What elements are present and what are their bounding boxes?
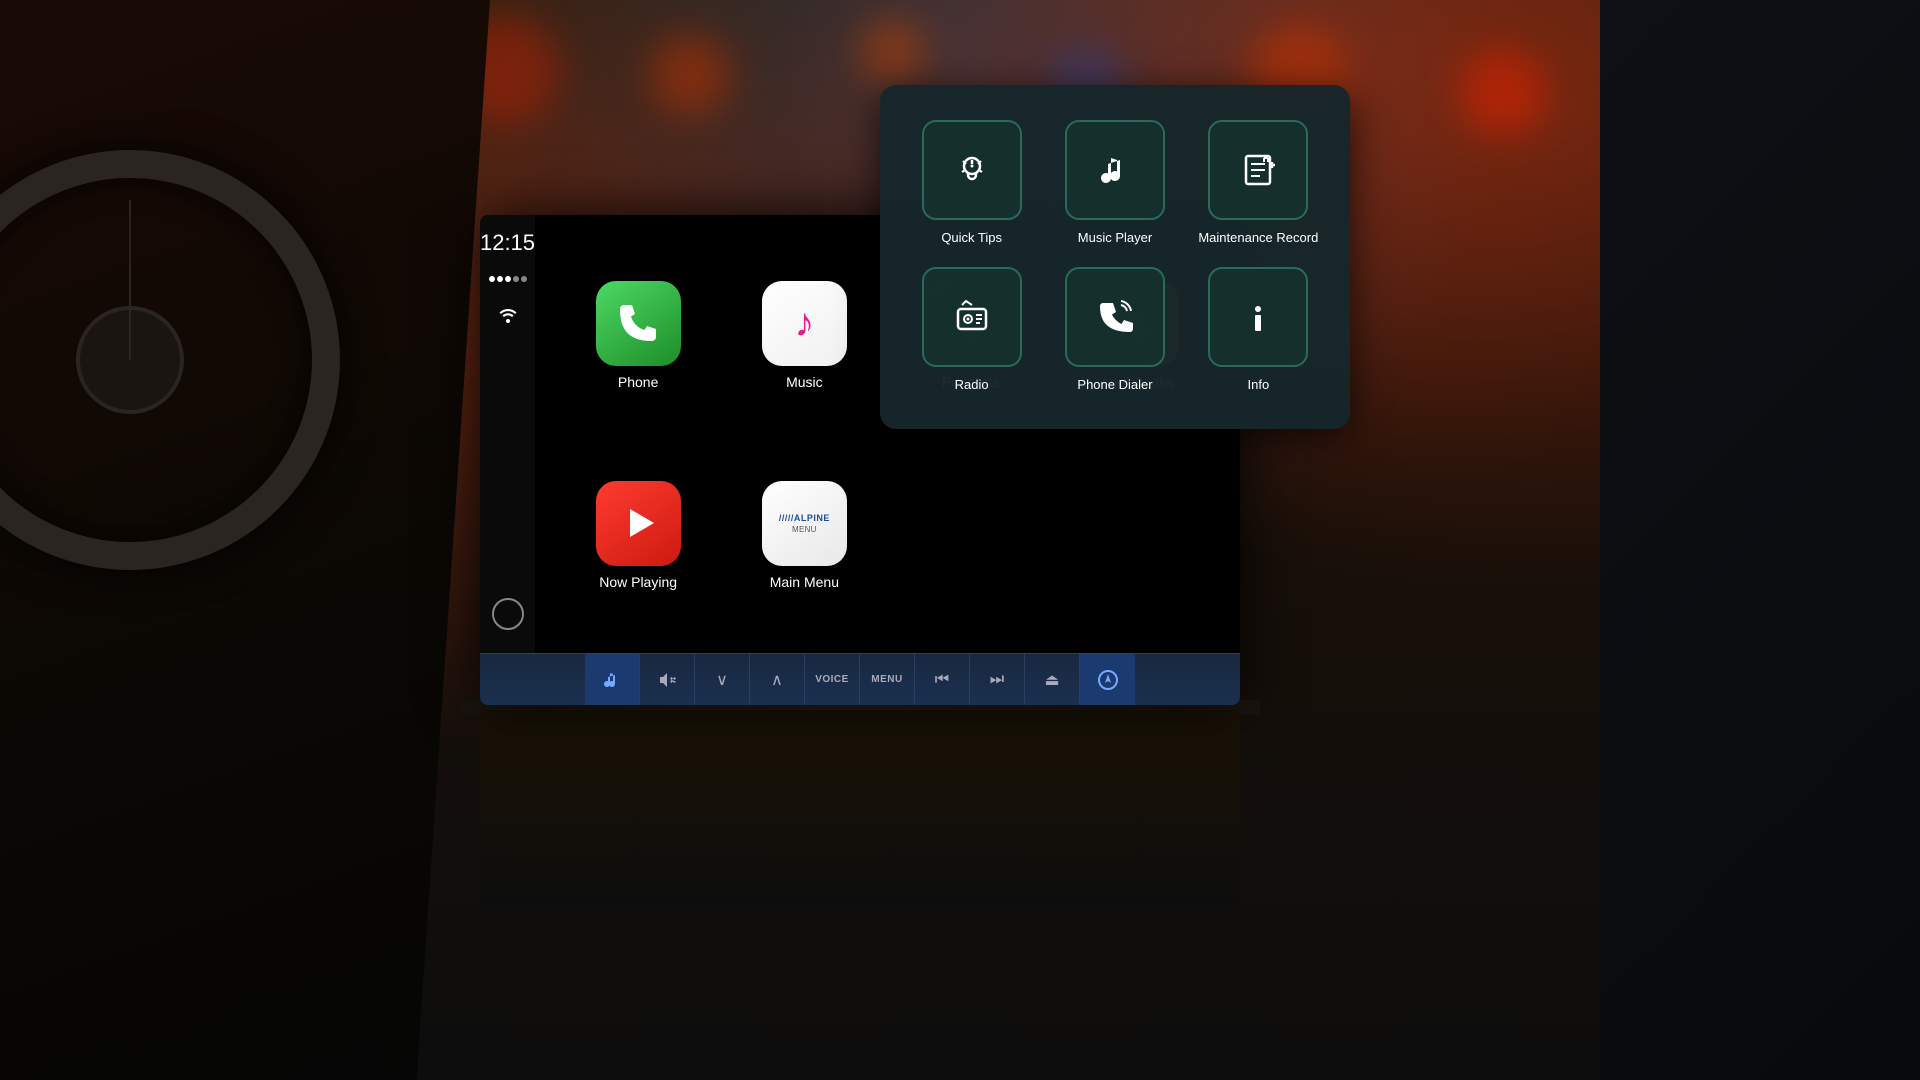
music-icon: ♪ bbox=[762, 281, 847, 366]
bottom-panel bbox=[480, 710, 1240, 910]
mainmenu-icon: /////ALPINE MENU bbox=[762, 481, 847, 566]
menu-item-quick-tips[interactable]: Quick Tips bbox=[910, 120, 1033, 247]
next-ctrl-btn[interactable]: ⏭ bbox=[970, 654, 1025, 706]
popup-app-menu: Quick Tips Music Player Maintenanc bbox=[880, 85, 1350, 429]
radio-label: Radio bbox=[955, 377, 989, 394]
info-label: Info bbox=[1247, 377, 1269, 394]
maintenance-icon-wrap bbox=[1208, 120, 1308, 220]
bokeh-8 bbox=[1460, 50, 1545, 135]
maintenance-label: Maintenance Record bbox=[1198, 230, 1318, 247]
menu-item-music-player[interactable]: Music Player bbox=[1053, 120, 1176, 247]
mainmenu-label: Main Menu bbox=[770, 574, 839, 590]
app-phone[interactable]: Phone bbox=[596, 281, 681, 390]
phone-label: Phone bbox=[618, 374, 658, 390]
signal-dots bbox=[489, 276, 527, 282]
app-music[interactable]: ♪ Music bbox=[762, 281, 847, 390]
mute-ctrl-btn[interactable] bbox=[640, 654, 695, 706]
voice-label: VOICE bbox=[815, 674, 849, 685]
control-bar: ∨ ∧ VOICE MENU ⏮ ⏭ ⏏ bbox=[480, 653, 1240, 705]
quick-tips-label: Quick Tips bbox=[941, 230, 1002, 247]
wifi-icon bbox=[496, 305, 520, 329]
up-ctrl-btn[interactable]: ∧ bbox=[750, 654, 805, 706]
menu-item-phone-dialer[interactable]: Phone Dialer bbox=[1053, 267, 1176, 394]
nav-ctrl-btn[interactable] bbox=[1080, 654, 1135, 706]
bokeh-5 bbox=[860, 20, 925, 85]
quick-tips-icon-wrap bbox=[922, 120, 1022, 220]
menu-ctrl-btn[interactable]: MENU bbox=[860, 654, 915, 706]
menu-item-radio[interactable]: Radio bbox=[910, 267, 1033, 394]
menu-item-maintenance[interactable]: Maintenance Record bbox=[1197, 120, 1320, 247]
menu-label: MENU bbox=[871, 674, 902, 685]
home-button[interactable] bbox=[492, 598, 524, 630]
info-icon-wrap bbox=[1208, 267, 1308, 367]
prev-ctrl-btn[interactable]: ⏮ bbox=[915, 654, 970, 706]
nowplaying-label: Now Playing bbox=[599, 574, 677, 590]
voice-ctrl-btn[interactable]: VOICE bbox=[805, 654, 860, 706]
music-ctrl-btn[interactable] bbox=[585, 654, 640, 706]
music-player-label: Music Player bbox=[1078, 230, 1152, 247]
down-ctrl-btn[interactable]: ∨ bbox=[695, 654, 750, 706]
phone-dialer-icon-wrap bbox=[1065, 267, 1165, 367]
right-panel bbox=[1600, 0, 1920, 1080]
bokeh-4 bbox=[650, 35, 730, 115]
app-nowplaying[interactable]: Now Playing bbox=[596, 481, 681, 590]
music-player-icon-wrap bbox=[1065, 120, 1165, 220]
menu-item-info[interactable]: Info bbox=[1197, 267, 1320, 394]
time-display: 12:15 bbox=[480, 230, 535, 256]
nowplaying-icon bbox=[596, 481, 681, 566]
eject-ctrl-btn[interactable]: ⏏ bbox=[1025, 654, 1080, 706]
music-label: Music bbox=[786, 374, 823, 390]
app-mainmenu[interactable]: /////ALPINE MENU Main Menu bbox=[762, 481, 847, 590]
phone-icon bbox=[596, 281, 681, 366]
radio-icon-wrap bbox=[922, 267, 1022, 367]
phone-dialer-label: Phone Dialer bbox=[1077, 377, 1152, 394]
screen-sidebar: 12:15 bbox=[480, 215, 535, 655]
